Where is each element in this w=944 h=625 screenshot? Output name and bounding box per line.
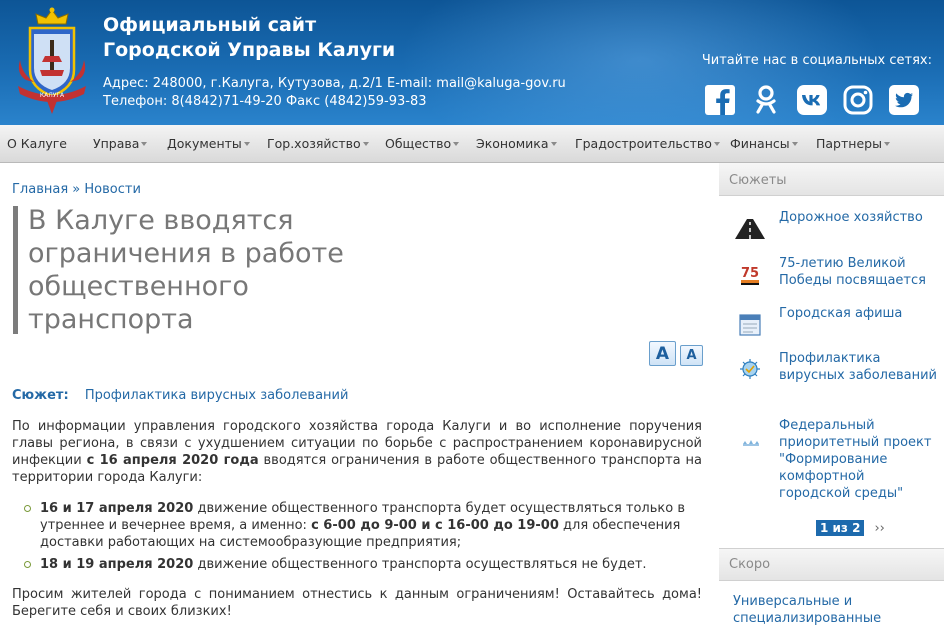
svg-text:КАЛУГА: КАЛУГА	[40, 92, 65, 99]
nav-label: О Калуге	[7, 136, 67, 151]
chevron-down-icon	[141, 142, 148, 146]
topic-label: Сюжет:	[12, 388, 69, 403]
sidebar-story-city-environment-label: Федеральный приоритетный проект "Формиро…	[779, 418, 932, 501]
nav-label: Документы	[167, 136, 242, 151]
sidebar-story-virus[interactable]: Профилактика вирусных заболеваний	[779, 350, 941, 384]
sidebar-story-victory[interactable]: 75-летию Великой Победы посвящается	[779, 255, 941, 289]
nav-item-uprava[interactable]: Управа	[93, 125, 148, 163]
main-nav: О Калуге Управа Документы Гор.хозяйство …	[0, 125, 944, 163]
chevron-down-icon	[883, 142, 890, 146]
nav-label: Партнеры	[816, 136, 882, 151]
font-size-controls: A A	[649, 341, 703, 366]
kaluga-coat-of-arms-logo[interactable]: КАЛУГА	[12, 4, 92, 116]
chevron-down-icon	[453, 142, 460, 146]
chevron-down-icon	[713, 142, 720, 146]
sidebar-story-afisha[interactable]: Городская афиша	[779, 305, 941, 322]
chevron-down-icon	[550, 142, 557, 146]
stories-heading: Сюжеты	[719, 163, 944, 196]
chevron-down-icon	[243, 142, 250, 146]
nav-label: Финансы	[730, 136, 790, 151]
nav-item-finance[interactable]: Финансы	[730, 125, 798, 163]
virus-prevention-icon	[740, 359, 760, 379]
svg-text:75: 75	[741, 266, 759, 281]
font-increase-label: A	[655, 343, 670, 364]
nav-item-documents[interactable]: Документы	[167, 125, 250, 163]
twitter-icon[interactable]	[888, 84, 920, 116]
chevron-down-icon	[362, 142, 369, 146]
sidebar-pager: 1 из 2 ››	[816, 520, 885, 536]
bullet-icon	[24, 561, 31, 568]
nav-item-partners[interactable]: Партнеры	[816, 125, 890, 163]
nav-label: Экономика	[476, 136, 549, 151]
intro-date: с 16 апреля 2020 года	[86, 453, 259, 468]
article-bullet-list: 16 и 17 апреля 2020 движение общественно…	[12, 500, 702, 578]
soon-heading: Скоро	[719, 548, 944, 581]
title-accent-bar	[13, 206, 18, 334]
bullet-icon	[24, 505, 31, 512]
facebook-icon[interactable]	[704, 84, 736, 116]
phone-text: Телефон: 8(4842)71-49-20 Факс (4842)59-9…	[103, 94, 427, 109]
nav-label: Градостроительство	[575, 136, 712, 151]
nav-item-economy[interactable]: Экономика	[476, 125, 557, 163]
topic-link[interactable]: Профилактика вирусных заболеваний	[85, 388, 349, 403]
instagram-icon[interactable]	[842, 84, 874, 116]
nav-item-city-services[interactable]: Гор.хозяйство	[267, 125, 369, 163]
nav-label: Общество	[385, 136, 452, 151]
font-decrease-button[interactable]: A	[680, 345, 703, 366]
social-links	[704, 84, 920, 116]
vk-icon[interactable]	[796, 84, 828, 116]
breadcrumb-separator: »	[72, 182, 81, 197]
font-decrease-label: A	[686, 348, 697, 363]
list-item: 16 и 17 апреля 2020 движение общественно…	[12, 500, 702, 551]
site-header: КАЛУГА Официальный сайт Городской Управы…	[0, 0, 944, 125]
address-text: Адрес: 248000, г.Калуга, Кутузова, д.2/1…	[103, 76, 566, 91]
nav-item-urban-planning[interactable]: Градостроительство	[575, 125, 720, 163]
article-intro: По информации управления городского хозя…	[12, 418, 702, 486]
nav-item-society[interactable]: Общество	[385, 125, 460, 163]
sidebar-story-city-environment[interactable]: Федеральный приоритетный проект "Формиро…	[733, 417, 939, 502]
article-closing: Просим жителей города с пониманием отнес…	[12, 587, 702, 619]
victory-75-icon: 75	[741, 266, 759, 285]
sidebar-soon-item[interactable]: Универсальные и специализированные	[733, 593, 933, 625]
chevron-down-icon	[791, 142, 798, 146]
site-title-line1: Официальный сайт	[103, 14, 317, 36]
calendar-icon	[739, 314, 761, 336]
list-item: 18 и 19 апреля 2020 движение общественно…	[12, 556, 702, 573]
breadcrumb: Главная » Новости	[12, 182, 141, 197]
bullet-text: движение общественного транспорта осущес…	[193, 557, 647, 572]
article-topic: Сюжет: Профилактика вирусных заболеваний	[12, 388, 348, 403]
road-icon	[735, 219, 765, 239]
odnoklassniki-icon[interactable]	[750, 84, 782, 116]
breadcrumb-news[interactable]: Новости	[84, 182, 141, 197]
sidebar-story-road[interactable]: Дорожное хозяйство	[779, 209, 941, 226]
breadcrumb-home[interactable]: Главная	[12, 182, 68, 197]
font-increase-button[interactable]: A	[649, 341, 676, 366]
pager-current: 1 из 2	[816, 520, 865, 536]
social-label: Читайте нас в социальных сетях:	[701, 53, 932, 68]
site-title-line2: Городской Управы Калуги	[103, 39, 396, 61]
bullet-date: 18 и 19 апреля 2020	[40, 557, 194, 572]
site-title[interactable]: Официальный сайт Городской Управы Калуги	[103, 13, 395, 63]
nav-label: Управа	[93, 136, 140, 151]
bullet-date: 16 и 17 апреля 2020	[40, 501, 194, 516]
nav-item-about[interactable]: О Калуге	[7, 125, 67, 163]
sidebar: Сюжеты Дорожное хозяйство 75 75-летию Ве…	[719, 163, 944, 625]
bullet-hours: с 6-00 до 9-00 и с 16-00 до 19-00	[311, 518, 559, 533]
pager-next-button[interactable]: ››	[874, 521, 884, 536]
nav-label: Гор.хозяйство	[267, 136, 361, 151]
page-title: В Калуге вводятся ограничения в работе о…	[28, 205, 344, 335]
contacts-block: Адрес: 248000, г.Калуга, Кутузова, д.2/1…	[103, 75, 566, 111]
